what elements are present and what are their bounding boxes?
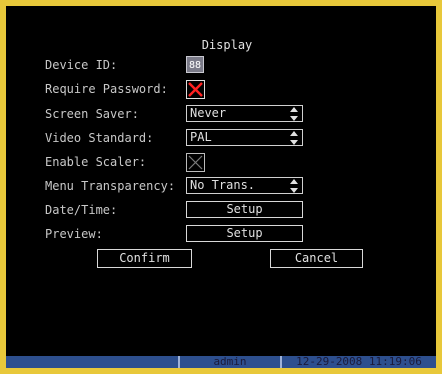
- video-standard-value: PAL: [190, 130, 212, 144]
- screen-saver-select[interactable]: Never: [186, 105, 303, 122]
- status-bar: admin 12-29-2008 11:19:06: [6, 356, 436, 368]
- screen-saver-value: Never: [190, 106, 227, 120]
- device-id-label: Device ID:: [45, 58, 118, 72]
- updown-arrow-icon: [290, 179, 298, 193]
- x-mark-icon: [188, 155, 203, 170]
- date-time-label: Date/Time:: [45, 203, 118, 217]
- device-id-field[interactable]: 88: [186, 56, 204, 73]
- dialog-frame: Display Device ID: 88 Require Password: …: [0, 0, 442, 374]
- confirm-button[interactable]: Confirm: [97, 249, 192, 268]
- x-mark-icon: [188, 82, 203, 97]
- updown-arrow-icon: [290, 131, 298, 145]
- cancel-button[interactable]: Cancel: [270, 249, 363, 268]
- menu-transparency-label: Menu Transparency:: [45, 179, 176, 193]
- preview-label: Preview:: [45, 227, 103, 241]
- status-user: admin: [213, 355, 247, 368]
- menu-transparency-select[interactable]: No Trans.: [186, 177, 303, 194]
- enable-scaler-checkbox[interactable]: [186, 153, 205, 172]
- updown-arrow-icon: [290, 107, 298, 121]
- video-standard-select[interactable]: PAL: [186, 129, 303, 146]
- require-password-checkbox[interactable]: [186, 80, 205, 99]
- status-datetime: 12-29-2008 11:19:06: [296, 355, 422, 368]
- dialog-title: Display: [201, 38, 253, 52]
- date-time-setup-button[interactable]: Setup: [186, 201, 303, 218]
- screen-saver-label: Screen Saver:: [45, 107, 139, 121]
- preview-setup-button[interactable]: Setup: [186, 225, 303, 242]
- video-standard-label: Video Standard:: [45, 131, 154, 145]
- menu-transparency-value: No Trans.: [190, 178, 256, 192]
- enable-scaler-label: Enable Scaler:: [45, 155, 147, 169]
- require-password-label: Require Password:: [45, 82, 168, 96]
